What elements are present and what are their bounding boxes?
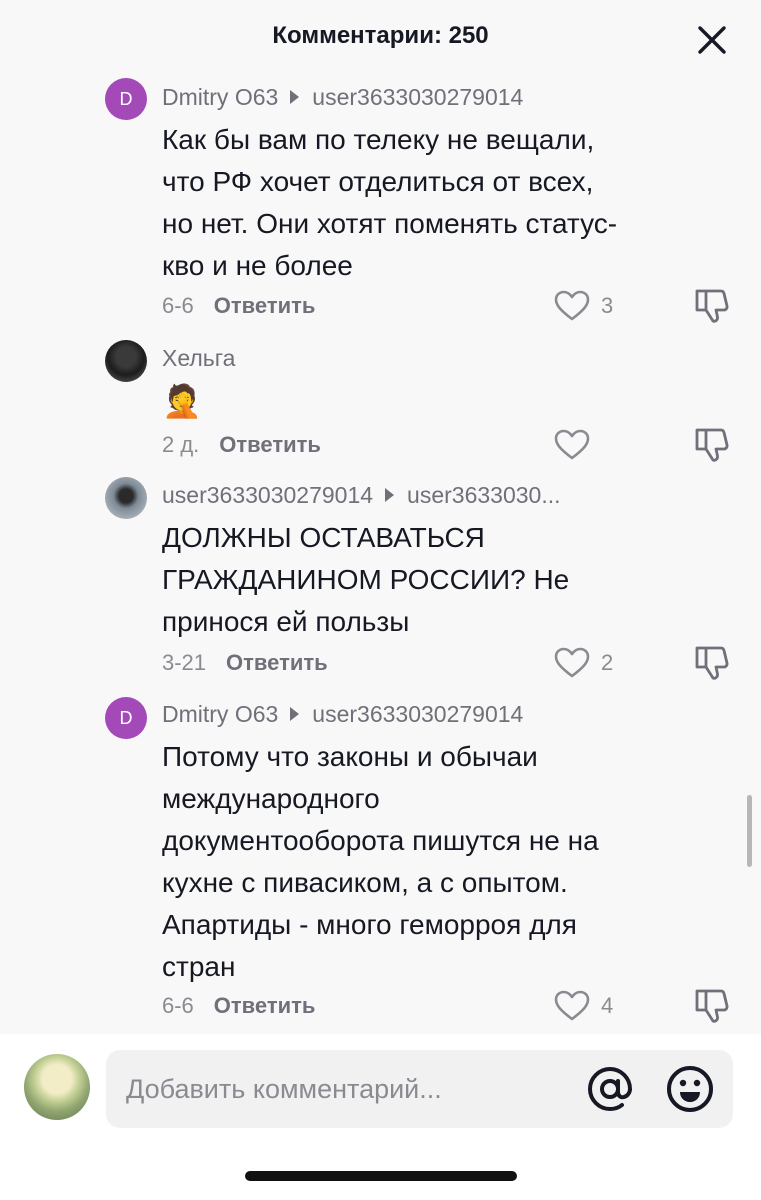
- comment-text-line: стран: [162, 951, 236, 982]
- comment-text-line: принося ей пользы: [162, 606, 410, 637]
- comment-date: 6-6: [162, 993, 194, 1018]
- heart-icon: [554, 429, 590, 460]
- like-button[interactable]: [554, 425, 634, 465]
- dislike-icon[interactable]: [693, 987, 731, 1025]
- comments-sheet: Комментарии: 250 D Dmitry O63 user363303…: [0, 0, 761, 1034]
- author-name[interactable]: Dmitry O63: [162, 701, 278, 728]
- reply-to-name[interactable]: user3633030...: [407, 482, 560, 509]
- comment-text: Потому что законы и обычаи международног…: [162, 736, 662, 988]
- author-name[interactable]: Dmitry O63: [162, 84, 278, 111]
- comment-footer: 6-6 Ответить: [162, 989, 315, 1023]
- comment-text-line: документооборота пишутся не на: [162, 825, 599, 856]
- reply-arrow-icon: [290, 707, 300, 721]
- comment-input-placeholder: Добавить комментарий...: [126, 1074, 442, 1104]
- comment-text-line: Апартиды - много геморроя для: [162, 909, 577, 940]
- comment-footer: 3-21 Ответить: [162, 646, 328, 680]
- heart-icon: [554, 990, 590, 1021]
- comment-footer: 6-6 Ответить: [162, 289, 315, 323]
- emoji-icon[interactable]: [664, 1063, 716, 1115]
- dislike-icon[interactable]: [693, 287, 731, 325]
- reply-button[interactable]: Ответить: [226, 650, 328, 676]
- dislike-icon[interactable]: [693, 426, 731, 464]
- reply-arrow-icon: [290, 90, 300, 104]
- comment-text-line: Потому что законы и обычаи: [162, 741, 538, 772]
- author-name[interactable]: Хельга: [162, 345, 235, 372]
- comment-text-line: кухне с пивасиком, а с опытом.: [162, 867, 568, 898]
- comment-date: 3-21: [162, 650, 207, 675]
- reply-button[interactable]: Ответить: [214, 293, 316, 319]
- like-button[interactable]: 2: [554, 643, 634, 683]
- comment-text: 🤦: [162, 380, 662, 422]
- avatar[interactable]: [105, 477, 147, 519]
- comment-date: 6-6: [162, 293, 194, 318]
- comment-footer: 2 д. Ответить: [162, 428, 321, 462]
- like-button[interactable]: 4: [554, 986, 634, 1026]
- my-avatar[interactable]: [24, 1054, 90, 1120]
- comment-meta: user3633030279014 user3633030...: [162, 479, 561, 511]
- comment-text-line: что РФ хочет отделиться от всех,: [162, 166, 594, 197]
- comment-input[interactable]: Добавить комментарий...: [106, 1050, 733, 1128]
- dislike-icon[interactable]: [693, 644, 731, 682]
- comment-text: ДОЛЖНЫ ОСТАВАТЬСЯ ГРАЖДАНИНОМ РОССИИ? Не…: [162, 517, 662, 643]
- avatar[interactable]: D: [105, 697, 147, 739]
- comment-meta: Хельга: [162, 342, 235, 374]
- author-name[interactable]: user3633030279014: [162, 482, 373, 509]
- comment-text: Как бы вам по телеку не вещали, что РФ х…: [162, 119, 662, 287]
- avatar[interactable]: [105, 340, 147, 382]
- comment-meta: Dmitry O63 user3633030279014: [162, 698, 523, 730]
- comment-date: 2 д.: [162, 432, 200, 457]
- reply-to-name[interactable]: user3633030279014: [312, 84, 523, 111]
- comment-meta: Dmitry O63 user3633030279014: [162, 81, 523, 113]
- reply-button[interactable]: Ответить: [214, 993, 316, 1019]
- comment-text-line: Как бы вам по телеку не вещали,: [162, 124, 595, 155]
- heart-icon: [554, 290, 590, 321]
- reply-button[interactable]: Ответить: [219, 432, 321, 458]
- at-icon[interactable]: [584, 1063, 636, 1115]
- reply-to-name[interactable]: user3633030279014: [312, 701, 523, 728]
- like-count: 4: [601, 993, 614, 1018]
- avatar-letter: D: [119, 707, 133, 728]
- comment-emoji: 🤦: [162, 383, 202, 419]
- close-icon[interactable]: [694, 22, 730, 58]
- like-count: 2: [601, 650, 614, 675]
- avatar[interactable]: D: [105, 78, 147, 120]
- comment-text-line: ГРАЖДАНИНОМ РОССИИ? Не: [162, 564, 570, 595]
- comment-text-line: ДОЛЖНЫ ОСТАВАТЬСЯ: [162, 522, 485, 553]
- comment-text-line: но нет. Они хотят поменять статус-: [162, 208, 618, 239]
- like-count: 3: [601, 293, 614, 318]
- heart-icon: [554, 647, 590, 678]
- home-indicator: [245, 1171, 517, 1181]
- scrollbar[interactable]: [747, 795, 752, 867]
- comment-text-line: кво и не более: [162, 250, 353, 281]
- comments-title: Комментарии: 250: [272, 22, 489, 49]
- like-button[interactable]: 3: [554, 286, 634, 326]
- reply-arrow-icon: [385, 488, 395, 502]
- comment-text-line: международного: [162, 783, 380, 814]
- avatar-letter: D: [119, 88, 133, 109]
